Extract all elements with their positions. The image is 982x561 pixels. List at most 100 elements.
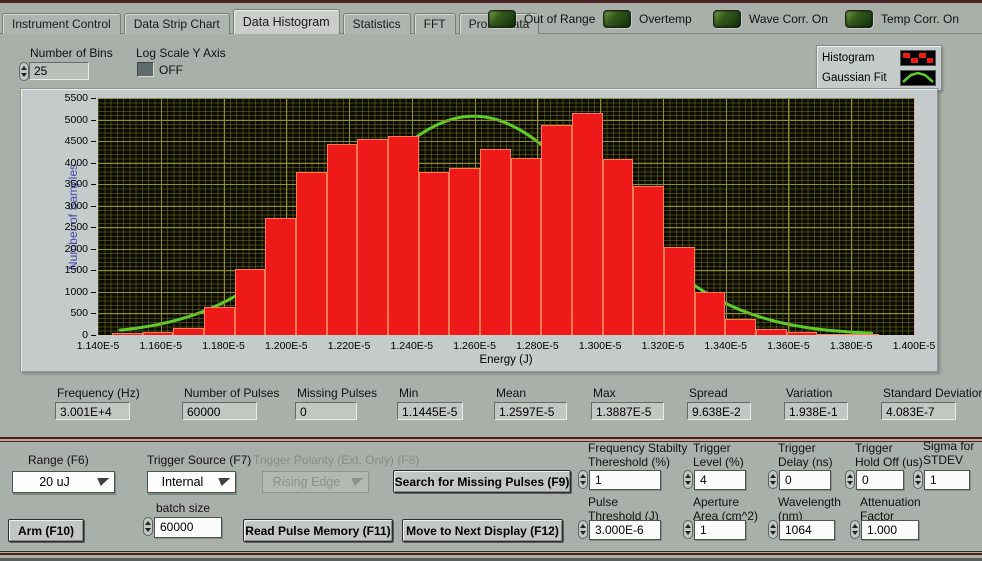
legend-label: Gaussian Fit [822, 72, 887, 84]
spin-up-icon[interactable] [685, 524, 691, 528]
spin-up-icon[interactable] [685, 474, 691, 478]
tab-fft[interactable]: FFT [414, 13, 456, 34]
trigger-hold-off-label: TriggerHold Off (us) [855, 442, 923, 469]
spin-down-icon[interactable] [915, 481, 921, 485]
spin-down-icon[interactable] [770, 481, 776, 485]
spinner-control[interactable] [143, 517, 153, 536]
spinner-control[interactable] [683, 520, 693, 539]
wavelength-label: Wavelength(nm) [778, 496, 841, 523]
tab-data-histogram[interactable]: Data Histogram [233, 9, 340, 34]
batch-size-label: batch size [156, 502, 210, 516]
spin-up-icon[interactable] [580, 474, 586, 478]
ydash [91, 270, 96, 271]
spin-down-icon[interactable] [852, 531, 858, 535]
vgrid [851, 98, 852, 335]
num-bins-field[interactable]: 25 [29, 62, 89, 80]
ydash [91, 206, 96, 207]
x-tick-label: 1.220E-5 [328, 340, 371, 352]
led-icon [488, 10, 516, 28]
aperture-area-field[interactable]: 1 [694, 520, 746, 540]
spin-up-icon[interactable] [770, 524, 776, 528]
spin-down-icon[interactable] [145, 528, 151, 532]
wavelength-field[interactable]: 1064 [779, 520, 835, 540]
dropdown-arrow-icon [216, 478, 231, 486]
spin-up-icon[interactable] [580, 524, 586, 528]
wavelength-control: 1064 [768, 520, 835, 540]
trigger-level-control: 4 [683, 470, 746, 490]
stat-value: 0 [295, 402, 357, 420]
x-tick-label: 1.140E-5 [77, 340, 120, 352]
attenuation-factor-label: AttenuationFactor [860, 496, 921, 523]
x-tick-label: 1.380E-5 [830, 340, 873, 352]
freq-stability-threshold-field[interactable]: 1 [589, 470, 661, 490]
trigger-source-label: Trigger Source (F7) [147, 454, 251, 468]
x-tick-label: 1.200E-5 [265, 340, 308, 352]
trigger-source-dropdown[interactable]: Internal [147, 471, 236, 493]
spin-down-icon[interactable] [847, 481, 853, 485]
spinner-control[interactable] [578, 520, 588, 539]
stat-label: Variation [786, 386, 848, 400]
spin-up-icon[interactable] [852, 524, 858, 528]
trigger-level-field[interactable]: 4 [694, 470, 746, 490]
spinner-control[interactable] [19, 62, 29, 81]
y-tick-label: 2500 [65, 221, 88, 233]
histogram-bar [572, 113, 603, 335]
histogram-bar [449, 168, 480, 335]
histogram-bar [664, 247, 695, 335]
spinner-control[interactable] [913, 470, 923, 489]
stat-value: 4.083E-7 [881, 402, 956, 420]
spinner-control[interactable] [768, 520, 778, 539]
led-out-of-range: Out of Range [488, 10, 595, 28]
aperture-area-control: 1 [683, 520, 746, 540]
spinner-control[interactable] [845, 470, 855, 489]
spin-down-icon[interactable] [770, 531, 776, 535]
trigger-polarity-value: Rising Edge [263, 475, 350, 489]
sigma-for-stdev-label: Sigma forSTDEV [923, 440, 974, 467]
log-scale-toggle[interactable] [137, 62, 154, 77]
spin-down-icon[interactable] [580, 531, 586, 535]
tab-instrument-control[interactable]: Instrument Control [2, 13, 121, 34]
tab-data-strip-chart[interactable]: Data Strip Chart [124, 13, 230, 34]
spin-down-icon[interactable] [685, 531, 691, 535]
histogram-bar [357, 139, 388, 335]
ydash [91, 313, 96, 314]
arm-button[interactable]: Arm (F10) [8, 519, 84, 542]
spin-up-icon[interactable] [145, 521, 151, 525]
spin-down-icon[interactable] [580, 481, 586, 485]
spinner-control[interactable] [578, 470, 588, 489]
spinner-control[interactable] [850, 520, 860, 539]
trigger-hold-off-field[interactable]: 0 [856, 470, 904, 490]
trigger-delay-field[interactable]: 0 [779, 470, 831, 490]
x-tick-label: 1.300E-5 [579, 340, 622, 352]
read-pulse-memory-button[interactable]: Read Pulse Memory (F11) [243, 519, 393, 542]
x-tick-label: 1.280E-5 [516, 340, 559, 352]
search-missing-pulses-button[interactable]: Search for Missing Pulses (F9) [393, 470, 571, 493]
spin-down-icon[interactable] [21, 73, 27, 77]
move-next-display-button[interactable]: Move to Next Display (F12) [402, 519, 563, 542]
spin-up-icon[interactable] [915, 474, 921, 478]
spinner-control[interactable] [683, 470, 693, 489]
spin-up-icon[interactable] [847, 474, 853, 478]
sigma-for-stdev-field[interactable]: 1 [924, 470, 970, 490]
legend-item-gaussian[interactable]: Gaussian Fit [822, 70, 936, 86]
stat-label: Standard Deviation [883, 386, 982, 400]
spinner-control[interactable] [768, 470, 778, 489]
stat-label: Number of Pulses [184, 386, 279, 400]
led-icon [845, 10, 873, 28]
spin-down-icon[interactable] [685, 481, 691, 485]
stat-label: Spread [689, 386, 751, 400]
spin-up-icon[interactable] [770, 474, 776, 478]
legend-item-histogram[interactable]: Histogram [822, 50, 936, 66]
pulse-threshold-field[interactable]: 3.000E-6 [589, 520, 661, 540]
ydash [91, 163, 96, 164]
x-tick-label: 1.180E-5 [202, 340, 245, 352]
ydash [91, 120, 96, 121]
spin-up-icon[interactable] [21, 66, 27, 70]
histogram-bar [204, 307, 235, 335]
y-tick-label: 1500 [65, 264, 88, 276]
range-dropdown[interactable]: 20 uJ [12, 471, 115, 493]
attenuation-factor-field[interactable]: 1.000 [861, 520, 919, 540]
tab-statistics[interactable]: Statistics [343, 13, 411, 34]
window-top-edge [0, 0, 982, 3]
batch-size-field[interactable]: 60000 [154, 517, 222, 538]
